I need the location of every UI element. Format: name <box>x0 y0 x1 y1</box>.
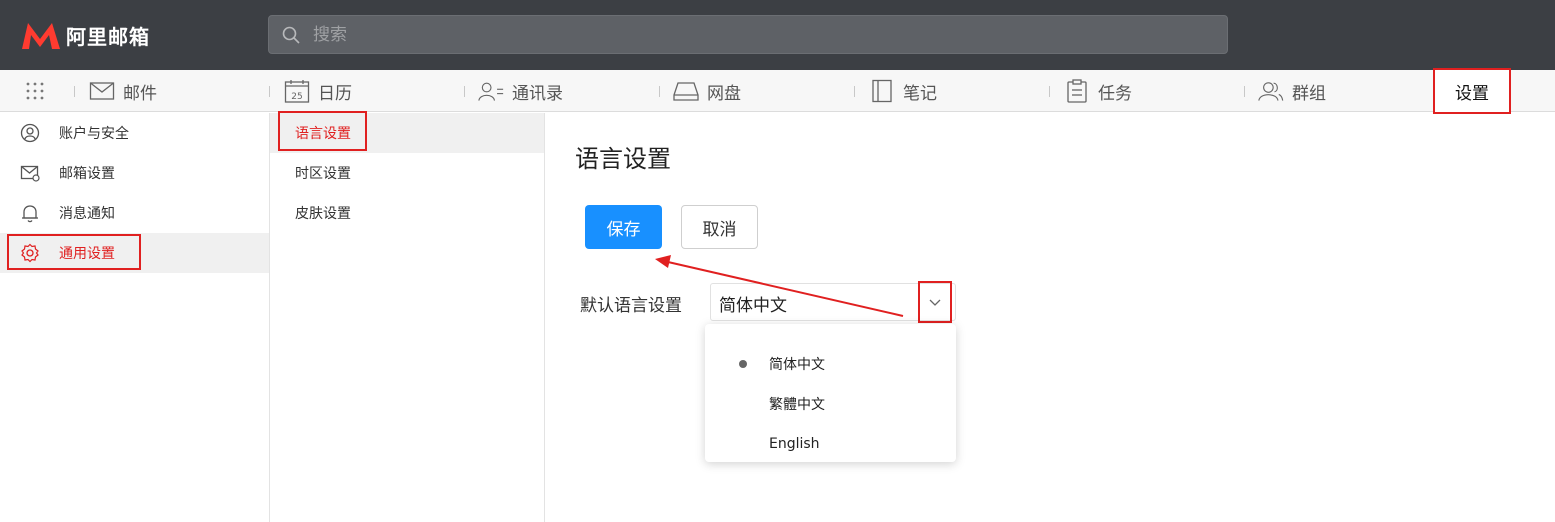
search-icon <box>282 26 300 44</box>
default-language-label: 默认语言设置 <box>580 296 682 316</box>
language-option-english[interactable]: English <box>705 424 956 464</box>
group-icon <box>1258 82 1284 101</box>
module-nav: 邮件 25 日历 通讯录 网盘 笔记 任务 群组 <box>0 70 1555 112</box>
nav-item-label: 任务 <box>1098 83 1132 104</box>
nav-item-label: 通讯录 <box>512 83 563 104</box>
nav-separator <box>659 86 660 97</box>
subnav-item-skin[interactable]: 皮肤设置 <box>270 193 544 233</box>
nav-item-mail[interactable]: 邮件 <box>89 70 157 112</box>
nav-item-notes[interactable]: 笔记 <box>869 70 937 112</box>
logo-text: 阿里邮箱 <box>66 24 150 49</box>
settings-sidebar: 账户与安全 邮箱设置 消息通知 通用设置 <box>0 113 270 522</box>
option-label: 繁體中文 <box>769 397 825 413</box>
nav-item-calendar[interactable]: 25 日历 <box>284 70 352 112</box>
option-label: English <box>769 436 820 452</box>
option-label: 简体中文 <box>769 357 825 373</box>
nav-item-label: 网盘 <box>707 83 741 104</box>
sidebar-item-account-security[interactable]: 账户与安全 <box>0 113 269 153</box>
mail-settings-icon <box>20 165 40 182</box>
mail-icon <box>89 82 115 100</box>
subnav-item-label: 时区设置 <box>295 166 351 182</box>
chevron-down-icon <box>929 299 941 306</box>
sidebar-item-label: 邮箱设置 <box>59 166 115 182</box>
nav-item-contacts[interactable]: 通讯录 <box>478 70 563 112</box>
sidebar-item-label: 消息通知 <box>59 206 115 222</box>
nav-settings-label: 设置 <box>1455 83 1489 104</box>
nav-separator <box>269 86 270 97</box>
sidebar-item-mailbox-settings[interactable]: 邮箱设置 <box>0 153 269 193</box>
save-button[interactable]: 保存 <box>585 205 662 249</box>
subnav-item-label: 皮肤设置 <box>295 206 351 222</box>
contacts-icon <box>478 82 504 101</box>
search-input[interactable] <box>313 24 1193 45</box>
language-option-zh-hans[interactable]: 简体中文 <box>705 344 956 384</box>
nav-item-label: 日历 <box>318 83 352 104</box>
app-logo[interactable]: 阿里邮箱 <box>20 19 150 51</box>
nav-item-label: 笔记 <box>903 83 937 104</box>
apps-grid-icon[interactable] <box>25 81 45 101</box>
sidebar-item-notifications[interactable]: 消息通知 <box>0 193 269 233</box>
tasks-icon <box>1067 79 1087 103</box>
highlight-box <box>278 111 367 151</box>
nav-separator <box>1049 86 1050 97</box>
nav-item-tasks[interactable]: 任务 <box>1064 70 1132 112</box>
nav-separator <box>854 86 855 97</box>
calendar-day-label: 25 <box>291 92 302 102</box>
subnav-item-timezone[interactable]: 时区设置 <box>270 153 544 193</box>
language-option-zh-hant[interactable]: 繁體中文 <box>705 384 956 424</box>
logo-m-icon <box>22 23 60 49</box>
sidebar-item-label: 账户与安全 <box>59 126 129 142</box>
notes-icon <box>872 79 892 103</box>
nav-separator <box>1244 86 1245 97</box>
language-select-toggle[interactable] <box>918 281 952 323</box>
search-bar[interactable] <box>268 15 1228 54</box>
nav-item-label: 群组 <box>1292 83 1326 104</box>
highlight-box <box>7 234 141 270</box>
top-bar: 阿里邮箱 <box>0 0 1555 70</box>
user-icon <box>20 123 40 143</box>
nav-item-drive[interactable]: 网盘 <box>673 70 741 112</box>
drive-icon <box>673 82 699 101</box>
nav-item-settings[interactable]: 设置 <box>1433 68 1511 114</box>
language-settings-panel: 语言设置 保存 取消 默认语言设置 简体中文 简体中文 繁體中文 English <box>545 113 1555 522</box>
nav-separator <box>74 86 75 97</box>
bell-icon <box>22 205 38 223</box>
general-settings-subnav: 语言设置 时区设置 皮肤设置 <box>270 111 545 522</box>
cancel-button[interactable]: 取消 <box>681 205 758 249</box>
page-title: 语言设置 <box>575 145 671 173</box>
selected-dot-icon <box>739 360 747 368</box>
nav-item-label: 邮件 <box>123 83 157 104</box>
nav-item-group[interactable]: 群组 <box>1258 70 1326 112</box>
language-select-value: 简体中文 <box>719 296 787 316</box>
language-dropdown: 简体中文 繁體中文 English <box>705 324 956 462</box>
calendar-icon: 25 <box>284 80 310 103</box>
nav-separator <box>464 86 465 97</box>
